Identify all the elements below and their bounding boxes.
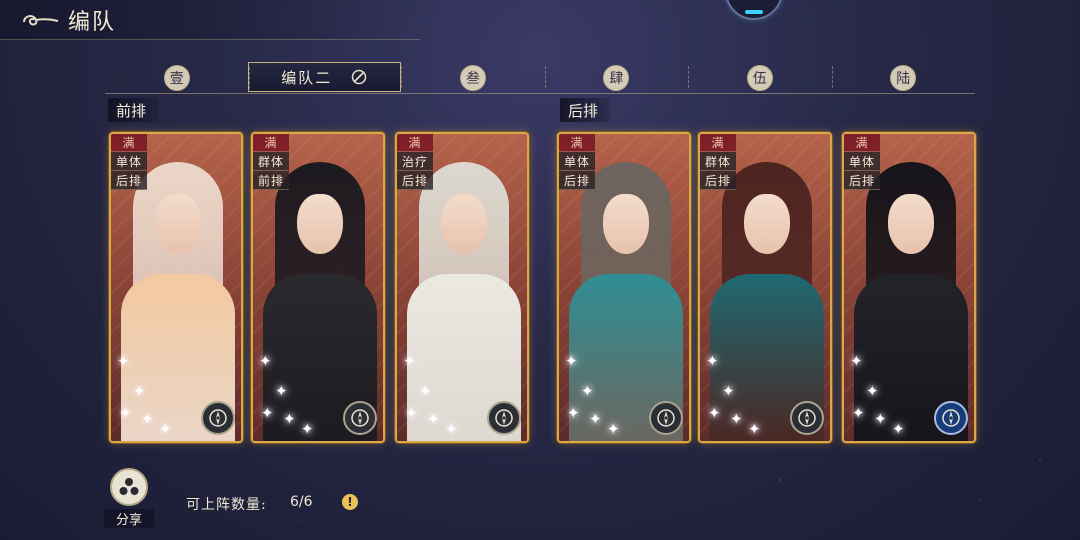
card-tags: 满治疗 后排 xyxy=(397,134,433,190)
attack-type-tag: 群体 xyxy=(700,152,736,171)
character-card[interactable]: ✦ ✦ ✦ ✦ ✦ 满单体 后排 xyxy=(557,132,691,443)
card-tags: 满单体 后排 xyxy=(559,134,595,190)
star-icon: ✦ xyxy=(850,352,863,370)
character-card[interactable]: ✦ ✦ ✦ ✦ ✦ 满群体 后排 xyxy=(698,132,832,443)
position-tag: 后排 xyxy=(397,171,433,190)
star-icon: ✦ xyxy=(403,352,416,370)
deploy-count-label: 可上阵数量: xyxy=(186,497,267,513)
star-icon: ✦ xyxy=(419,382,432,400)
back-row-label: 后排 xyxy=(560,98,611,122)
compass-icon[interactable] xyxy=(201,401,235,435)
star-icon: ✦ xyxy=(427,410,440,428)
position-tag: 后排 xyxy=(700,171,736,190)
info-icon[interactable]: ! xyxy=(342,494,358,510)
attack-type-tag: 群体 xyxy=(253,152,289,171)
attack-type-tag: 单体 xyxy=(111,152,147,171)
star-icon: ✦ xyxy=(722,382,735,400)
star-icon: ✦ xyxy=(581,382,594,400)
compass-icon[interactable] xyxy=(790,401,824,435)
card-tags: 满单体 后排 xyxy=(111,134,147,190)
tab-label: 叁 xyxy=(459,64,486,91)
full-level-badge: 满 xyxy=(111,134,147,152)
star-icon: ✦ xyxy=(892,420,905,438)
star-icon: ✦ xyxy=(283,410,296,428)
top-indicator[interactable] xyxy=(725,0,783,20)
star-icon: ✦ xyxy=(301,420,314,438)
position-tag: 后排 xyxy=(844,171,880,190)
position-tag: 前排 xyxy=(253,171,289,190)
character-card[interactable]: ✦ ✦ ✦ ✦ ✦ 满单体 后排 xyxy=(109,132,243,443)
share-icon xyxy=(110,468,148,506)
share-label: 分享 xyxy=(104,509,154,528)
star-icon: ✦ xyxy=(748,420,761,438)
tab-team-5[interactable]: 伍 xyxy=(688,62,831,93)
page-title: 编队 xyxy=(68,9,117,35)
attack-type-tag: 单体 xyxy=(844,152,880,171)
tab-label: 壹 xyxy=(163,64,190,91)
character-card[interactable]: ✦ ✦ ✦ ✦ ✦ 满群体 前排 xyxy=(251,132,385,443)
team-tabs: 壹 编队二 叁 肆 伍 陆 xyxy=(105,62,975,94)
back-cloud-icon[interactable] xyxy=(20,9,60,31)
star-icon: ✦ xyxy=(565,352,578,370)
star-icon: ✦ xyxy=(706,352,719,370)
attack-type-tag: 单体 xyxy=(559,152,595,171)
star-icon: ✦ xyxy=(866,382,879,400)
star-icon: ✦ xyxy=(708,404,721,422)
star-icon: ✦ xyxy=(405,404,418,422)
position-tag: 后排 xyxy=(559,171,595,190)
card-tags: 满群体 后排 xyxy=(700,134,736,190)
star-icon: ✦ xyxy=(159,420,172,438)
character-face xyxy=(888,194,934,254)
tab-team-3[interactable]: 叁 xyxy=(401,62,544,93)
full-level-badge: 满 xyxy=(559,134,595,152)
compass-icon[interactable] xyxy=(343,401,377,435)
compass-blue-icon[interactable] xyxy=(934,401,968,435)
tab-team-1[interactable]: 壹 xyxy=(105,62,248,93)
full-level-badge: 满 xyxy=(253,134,289,152)
tab-label: 伍 xyxy=(746,64,773,91)
star-icon: ✦ xyxy=(589,410,602,428)
share-button[interactable]: 分享 xyxy=(104,468,154,528)
star-icon: ✦ xyxy=(874,410,887,428)
star-icon: ✦ xyxy=(261,404,274,422)
header: 编队 xyxy=(0,0,420,40)
tab-label: 肆 xyxy=(603,64,630,91)
tab-team-2[interactable]: 编队二 xyxy=(248,62,402,92)
star-icon: ✦ xyxy=(567,404,580,422)
tab-label: 编队二 xyxy=(281,68,333,87)
star-icon: ✦ xyxy=(607,420,620,438)
deploy-count-value: 6/6 xyxy=(290,494,313,510)
position-tag: 后排 xyxy=(111,171,147,190)
character-card[interactable]: ✦ ✦ ✦ ✦ ✦ 满单体 后排 xyxy=(842,132,976,443)
character-face xyxy=(603,194,649,254)
front-row-label: 前排 xyxy=(108,98,159,122)
star-icon: ✦ xyxy=(275,382,288,400)
compass-icon[interactable] xyxy=(649,401,683,435)
star-icon: ✦ xyxy=(259,352,272,370)
star-icon: ✦ xyxy=(119,404,132,422)
full-level-badge: 满 xyxy=(397,134,433,152)
character-face xyxy=(297,194,343,254)
star-icon: ✦ xyxy=(133,382,146,400)
star-icon: ✦ xyxy=(852,404,865,422)
star-icon: ✦ xyxy=(730,410,743,428)
tab-team-6[interactable]: 陆 xyxy=(831,62,975,93)
attack-type-tag: 治疗 xyxy=(397,152,433,171)
full-level-badge: 满 xyxy=(844,134,880,152)
character-face xyxy=(155,194,201,254)
rename-icon[interactable] xyxy=(350,68,368,86)
tab-team-4[interactable]: 肆 xyxy=(544,62,688,93)
full-level-badge: 满 xyxy=(700,134,736,152)
character-card[interactable]: ✦ ✦ ✦ ✦ ✦ 满治疗 后排 xyxy=(395,132,529,443)
star-icon: ✦ xyxy=(141,410,154,428)
compass-icon[interactable] xyxy=(487,401,521,435)
card-tags: 满群体 前排 xyxy=(253,134,289,190)
character-face xyxy=(441,194,487,254)
character-face xyxy=(744,194,790,254)
card-tags: 满单体 后排 xyxy=(844,134,880,190)
tab-label: 陆 xyxy=(890,64,917,91)
star-icon: ✦ xyxy=(117,352,130,370)
star-icon: ✦ xyxy=(445,420,458,438)
